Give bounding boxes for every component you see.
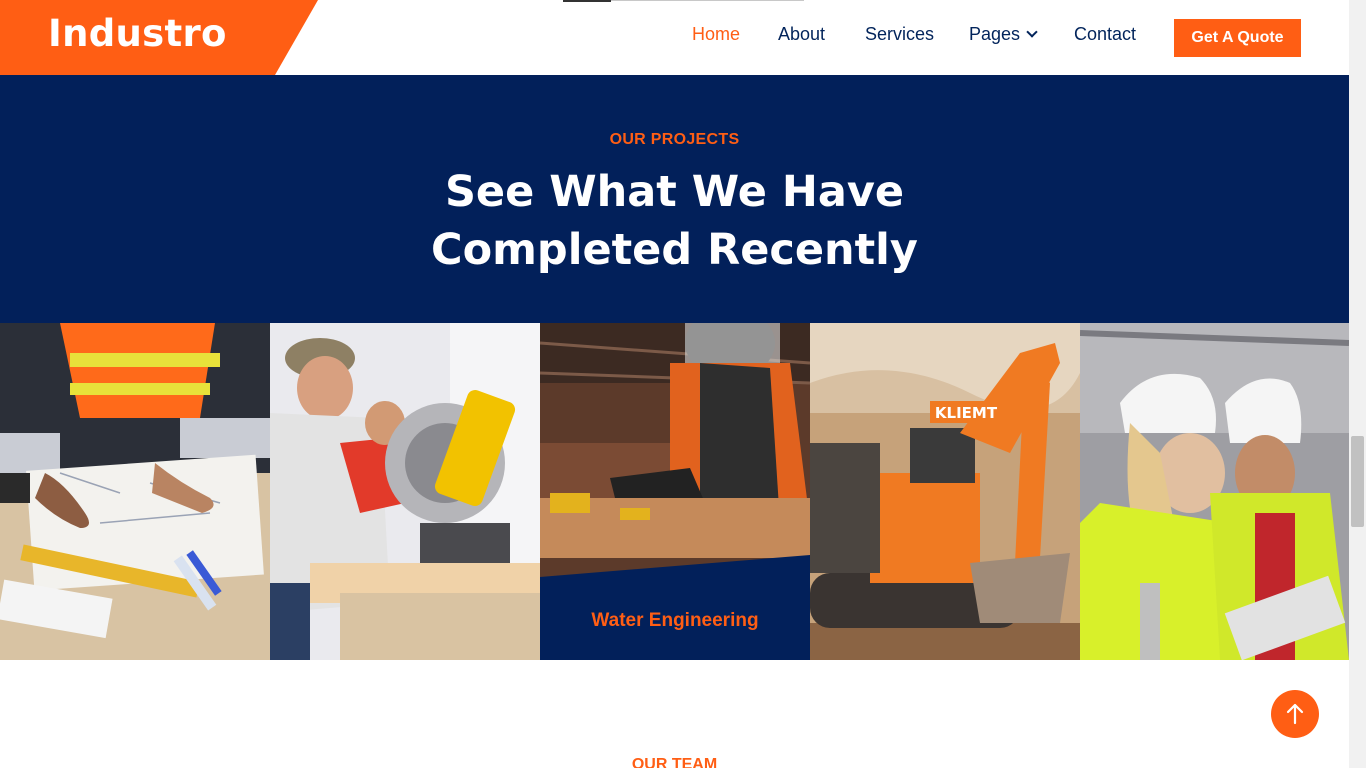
nav-pages[interactable]: Pages <box>969 24 1038 45</box>
nav-pages-label: Pages <box>969 24 1021 44</box>
project-tile-5[interactable] <box>1080 323 1349 660</box>
page-scrollbar[interactable] <box>1349 0 1366 768</box>
engineers-tablet-photo <box>1080 323 1349 660</box>
projects-eyebrow: OUR PROJECTS <box>609 131 740 148</box>
project-tile-1[interactable] <box>0 323 270 660</box>
heading-line-1: See What We Have <box>444 167 905 217</box>
projects-heading: See What We Have Completed Recently <box>0 163 1349 279</box>
excavator-photo: KLIEMT <box>810 323 1080 660</box>
architect-drawing-photo <box>0 323 270 660</box>
nav-services[interactable]: Services <box>865 24 934 45</box>
top-divider-accent <box>563 0 611 2</box>
nav-home[interactable]: Home <box>692 24 740 45</box>
projects-gallery: Water Engineering KLIEMT <box>0 323 1349 660</box>
nav-contact[interactable]: Contact <box>1074 24 1136 45</box>
project-tile-4[interactable]: KLIEMT <box>810 323 1080 660</box>
nav-about[interactable]: About <box>778 24 825 45</box>
arrow-up-icon <box>1286 703 1304 725</box>
chevron-down-icon <box>1026 26 1038 38</box>
miter-saw-photo <box>270 323 540 660</box>
back-to-top-button[interactable] <box>1271 690 1319 738</box>
heading-line-2: Completed Recently <box>431 225 918 275</box>
project-tile-3[interactable]: Water Engineering <box>540 323 810 660</box>
get-a-quote-button[interactable]: Get A Quote <box>1174 19 1301 57</box>
project-tile-2[interactable] <box>270 323 540 660</box>
project-caption[interactable]: Water Engineering <box>540 610 810 632</box>
brand-block[interactable]: Industro <box>0 0 318 75</box>
site-header: Industro Home About Services Pages Conta… <box>0 0 1349 75</box>
brand-logo-text[interactable]: Industro <box>48 12 227 55</box>
scrollbar-thumb[interactable] <box>1351 436 1364 527</box>
team-eyebrow: OUR TEAM <box>631 756 718 768</box>
excavator-label: KLIEMT <box>935 404 998 422</box>
